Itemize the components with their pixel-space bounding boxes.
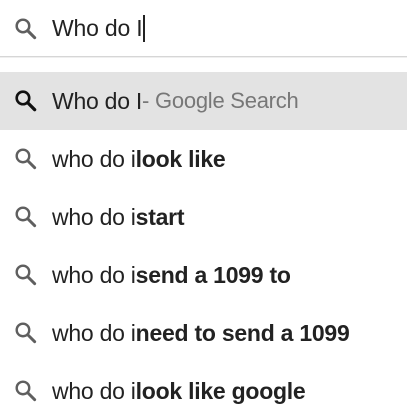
suggestion-match: send a 1099 to (135, 261, 291, 288)
suggestion-query: who do i (52, 203, 136, 230)
text-cursor (143, 14, 146, 42)
suggestion-text: who do i look like (52, 130, 226, 188)
suggestion-source: - Google Search (142, 88, 299, 113)
suggestion-text: who do i start (52, 188, 185, 246)
suggestion-item[interactable]: who do i look like (0, 130, 407, 188)
suggestion-match: need to send a 1099 (135, 319, 350, 346)
suggestion-text: who do i need to send a 1099 (52, 304, 350, 362)
suggestion-query: who do i (52, 377, 136, 404)
search-icon (13, 262, 39, 288)
search-icon (13, 88, 39, 114)
suggestion-item[interactable]: who do i start (0, 188, 407, 246)
search-icon (13, 204, 39, 230)
suggestion-match: look like (135, 145, 226, 172)
suggestion-match: look like google (135, 377, 306, 404)
suggestion-query: who do i (52, 145, 136, 172)
suggestion-query: who do i (52, 261, 136, 288)
suggestion-item[interactable]: who do i look like google (0, 362, 407, 420)
search-icon (13, 378, 39, 404)
search-icon (13, 16, 39, 42)
suggestion-query: who do i (52, 319, 136, 346)
search-icon (13, 146, 39, 172)
search-bar[interactable]: Who do I (0, 0, 407, 57)
suggestion-item[interactable]: who do i need to send a 1099 (0, 304, 407, 362)
suggestion-match: start (135, 203, 185, 230)
suggestion-text: who do i look like google (52, 362, 306, 420)
suggestion-item[interactable]: Who do I - Google Search (0, 72, 407, 130)
search-input[interactable]: Who do I (52, 11, 146, 45)
suggestion-item[interactable]: who do i send a 1099 to (0, 246, 407, 304)
suggestion-text: Who do I - Google Search (52, 72, 299, 130)
search-query-text: Who do I (52, 15, 143, 41)
suggestion-query: Who do I (52, 87, 143, 114)
suggestion-text: who do i send a 1099 to (52, 246, 291, 304)
suggestion-list: Who do I - Google Search who do i look l… (0, 72, 407, 420)
search-icon (13, 320, 39, 346)
